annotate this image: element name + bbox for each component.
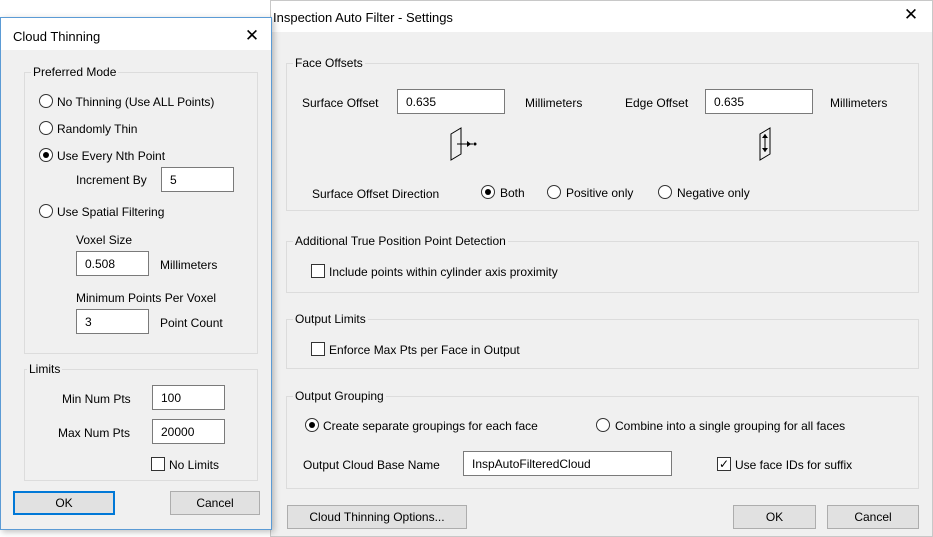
min-points-label: Minimum Points Per Voxel bbox=[76, 291, 217, 305]
thinning-cancel-button[interactable]: Cancel bbox=[170, 491, 260, 515]
main-close-icon[interactable]: ✕ bbox=[900, 6, 922, 24]
mode-no-thinning-radio[interactable] bbox=[39, 94, 53, 108]
use-face-ids-label[interactable]: Use face IDs for suffix bbox=[735, 458, 852, 472]
preferred-mode-label: Preferred Mode bbox=[31, 65, 119, 79]
base-name-label: Output Cloud Base Name bbox=[303, 458, 440, 472]
main-title: Inspection Auto Filter - Settings bbox=[273, 10, 453, 25]
grouping-separate-radio[interactable] bbox=[305, 418, 319, 432]
true-position-label: Additional True Position Point Detection bbox=[293, 234, 508, 248]
direction-positive-label[interactable]: Positive only bbox=[566, 186, 633, 200]
edge-offset-label: Edge Offset bbox=[625, 96, 689, 110]
checkmark-icon: ✓ bbox=[718, 457, 730, 471]
output-limits-label: Output Limits bbox=[293, 312, 368, 326]
cylinder-proximity-label[interactable]: Include points within cylinder axis prox… bbox=[329, 265, 558, 279]
edge-offset-diagram-icon bbox=[759, 127, 771, 161]
surface-offset-diagram-icon bbox=[450, 127, 477, 161]
direction-positive-radio[interactable] bbox=[547, 185, 561, 199]
mode-random-radio[interactable] bbox=[39, 121, 53, 135]
grouping-separate-label[interactable]: Create separate groupings for each face bbox=[323, 419, 538, 433]
main-cancel-button[interactable]: Cancel bbox=[827, 505, 919, 529]
mode-spatial-label[interactable]: Use Spatial Filtering bbox=[57, 205, 164, 219]
main-titlebar[interactable]: Inspection Auto Filter - Settings ✕ bbox=[271, 1, 932, 32]
min-num-pts-label: Min Num Pts bbox=[62, 392, 131, 406]
thinning-ok-button[interactable]: OK bbox=[13, 491, 115, 515]
min-points-input[interactable]: 3 bbox=[76, 309, 149, 334]
grouping-combine-label[interactable]: Combine into a single grouping for all f… bbox=[615, 419, 845, 433]
output-grouping-label: Output Grouping bbox=[293, 389, 386, 403]
use-face-ids-checkbox[interactable]: ✓ bbox=[717, 457, 731, 471]
increment-by-label: Increment By bbox=[76, 173, 147, 187]
face-offsets-label: Face Offsets bbox=[293, 56, 365, 70]
max-num-pts-input[interactable]: 20000 bbox=[152, 419, 225, 444]
mode-nth-point-label[interactable]: Use Every Nth Point bbox=[57, 149, 165, 163]
cloud-thinning-options-button[interactable]: Cloud Thinning Options... bbox=[287, 505, 467, 529]
edge-offset-input[interactable]: 0.635 bbox=[705, 89, 813, 114]
enforce-max-pts-checkbox[interactable] bbox=[311, 342, 325, 356]
grouping-combine-radio[interactable] bbox=[596, 418, 610, 432]
mode-nth-point-radio[interactable] bbox=[39, 148, 53, 162]
mode-no-thinning-label[interactable]: No Thinning (Use ALL Points) bbox=[57, 95, 214, 109]
surface-offset-input[interactable]: 0.635 bbox=[397, 89, 505, 114]
increment-by-input[interactable]: 5 bbox=[161, 167, 234, 192]
direction-negative-radio[interactable] bbox=[658, 185, 672, 199]
base-name-input[interactable]: InspAutoFilteredCloud bbox=[463, 451, 672, 476]
no-limits-checkbox[interactable] bbox=[151, 457, 165, 471]
direction-negative-label[interactable]: Negative only bbox=[677, 186, 750, 200]
main-ok-button[interactable]: OK bbox=[733, 505, 816, 529]
cylinder-proximity-checkbox[interactable] bbox=[311, 264, 325, 278]
voxel-units-label: Millimeters bbox=[160, 258, 218, 272]
edge-units-label: Millimeters bbox=[830, 96, 888, 110]
direction-both-radio[interactable] bbox=[481, 185, 495, 199]
surface-offset-label: Surface Offset bbox=[302, 96, 379, 110]
thinning-titlebar[interactable]: Cloud Thinning ✕ bbox=[1, 18, 271, 50]
limits-label: Limits bbox=[27, 362, 63, 376]
thinning-close-icon[interactable]: ✕ bbox=[241, 27, 263, 45]
mode-random-label[interactable]: Randomly Thin bbox=[57, 122, 137, 136]
direction-both-label[interactable]: Both bbox=[500, 186, 525, 200]
inspection-auto-filter-dialog: Inspection Auto Filter - Settings ✕ Face… bbox=[270, 0, 933, 537]
min-num-pts-input[interactable]: 100 bbox=[152, 385, 225, 410]
surface-units-label: Millimeters bbox=[525, 96, 583, 110]
min-points-units-label: Point Count bbox=[160, 316, 223, 330]
no-limits-label[interactable]: No Limits bbox=[169, 458, 219, 472]
cloud-thinning-dialog: Cloud Thinning ✕ Preferred Mode No Thinn… bbox=[0, 17, 272, 530]
voxel-size-input[interactable]: 0.508 bbox=[76, 251, 149, 276]
max-num-pts-label: Max Num Pts bbox=[58, 426, 131, 440]
mode-spatial-radio[interactable] bbox=[39, 204, 53, 218]
surface-offset-direction-label: Surface Offset Direction bbox=[312, 187, 440, 201]
voxel-size-label: Voxel Size bbox=[76, 233, 133, 247]
thinning-title: Cloud Thinning bbox=[13, 29, 101, 44]
enforce-max-pts-label[interactable]: Enforce Max Pts per Face in Output bbox=[329, 343, 520, 357]
